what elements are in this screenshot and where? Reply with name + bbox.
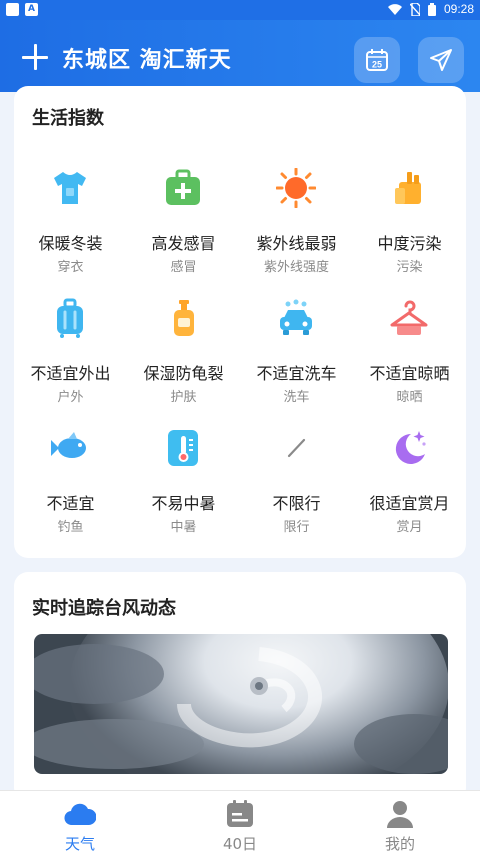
lotion-bottle-icon xyxy=(174,300,194,336)
share-button[interactable] xyxy=(418,37,464,83)
cloud-icon xyxy=(64,803,96,826)
user-icon xyxy=(387,801,413,828)
send-icon xyxy=(430,49,452,71)
typhoon-card[interactable]: 实时追踪台风动态 xyxy=(14,572,466,802)
calendar-icon xyxy=(227,800,253,827)
factory-icon xyxy=(395,172,421,204)
medkit-icon xyxy=(166,169,200,205)
thermometer-icon xyxy=(168,430,198,466)
tshirt-icon xyxy=(54,172,86,204)
calendar-icon: 25 xyxy=(366,49,388,71)
life-index-title: 生活指数 xyxy=(32,108,104,129)
typhoon-title: 实时追踪台风动态 xyxy=(32,598,176,619)
life-index-item-skincare[interactable]: 保湿防龟裂 护肤 xyxy=(127,298,240,418)
app-notification-icon: A xyxy=(25,3,38,16)
life-index-item-uv[interactable]: 紫外线最弱 紫外线强度 xyxy=(240,168,353,288)
status-bar: A 09:28 xyxy=(0,0,480,20)
battery-icon xyxy=(427,2,436,16)
life-index-card: 生活指数 保暖冬装 穿衣 高发感冒 感冒 紫外线最弱 紫外线强度 中度污染 污染… xyxy=(14,86,466,558)
notification-icon xyxy=(6,3,19,16)
svg-text:25: 25 xyxy=(372,60,382,70)
life-index-item-pollution[interactable]: 中度污染 污染 xyxy=(353,168,466,288)
nav-tab-mine[interactable]: 我的 xyxy=(320,791,480,855)
sun-icon xyxy=(276,168,316,208)
hanger-icon xyxy=(390,300,428,335)
app-header: 东城区 淘汇新天 25 xyxy=(0,20,480,92)
moon-icon xyxy=(395,431,426,464)
life-index-item-fishing[interactable]: 不适宜 钓鱼 xyxy=(14,428,127,548)
nav-tab-weather[interactable]: 天气 xyxy=(0,791,160,855)
nav-tab-40-day[interactable]: 40日 xyxy=(160,791,320,855)
no-sim-icon xyxy=(409,2,420,16)
life-index-item-carwash[interactable]: 不适宜洗车 洗车 xyxy=(240,298,353,418)
life-index-item-drying[interactable]: 不适宜晾晒 晾晒 xyxy=(353,298,466,418)
wifi-icon xyxy=(387,4,402,15)
life-index-item-traffic-restriction[interactable]: 不限行 限行 xyxy=(240,428,353,548)
status-time: 09:28 xyxy=(443,2,474,16)
life-index-item-clothing[interactable]: 保暖冬装 穿衣 xyxy=(14,168,127,288)
life-index-item-moon-viewing[interactable]: 很适宜赏月 赏月 xyxy=(353,428,466,548)
location-title[interactable]: 东城区 淘汇新天 xyxy=(62,42,232,74)
fish-icon xyxy=(51,432,86,458)
slash-icon xyxy=(287,438,306,458)
add-city-button[interactable] xyxy=(22,44,48,70)
life-index-item-outdoor[interactable]: 不适宜外出 户外 xyxy=(14,298,127,418)
bottom-navigation: 天气 40日 我的 xyxy=(0,790,480,855)
calendar-button[interactable]: 25 xyxy=(354,37,400,83)
life-index-item-cold[interactable]: 高发感冒 感冒 xyxy=(127,168,240,288)
car-wash-icon xyxy=(280,299,312,335)
luggage-icon xyxy=(57,298,83,338)
typhoon-satellite-image[interactable] xyxy=(34,634,448,774)
life-index-item-heatstroke[interactable]: 不易中暑 中暑 xyxy=(127,428,240,548)
